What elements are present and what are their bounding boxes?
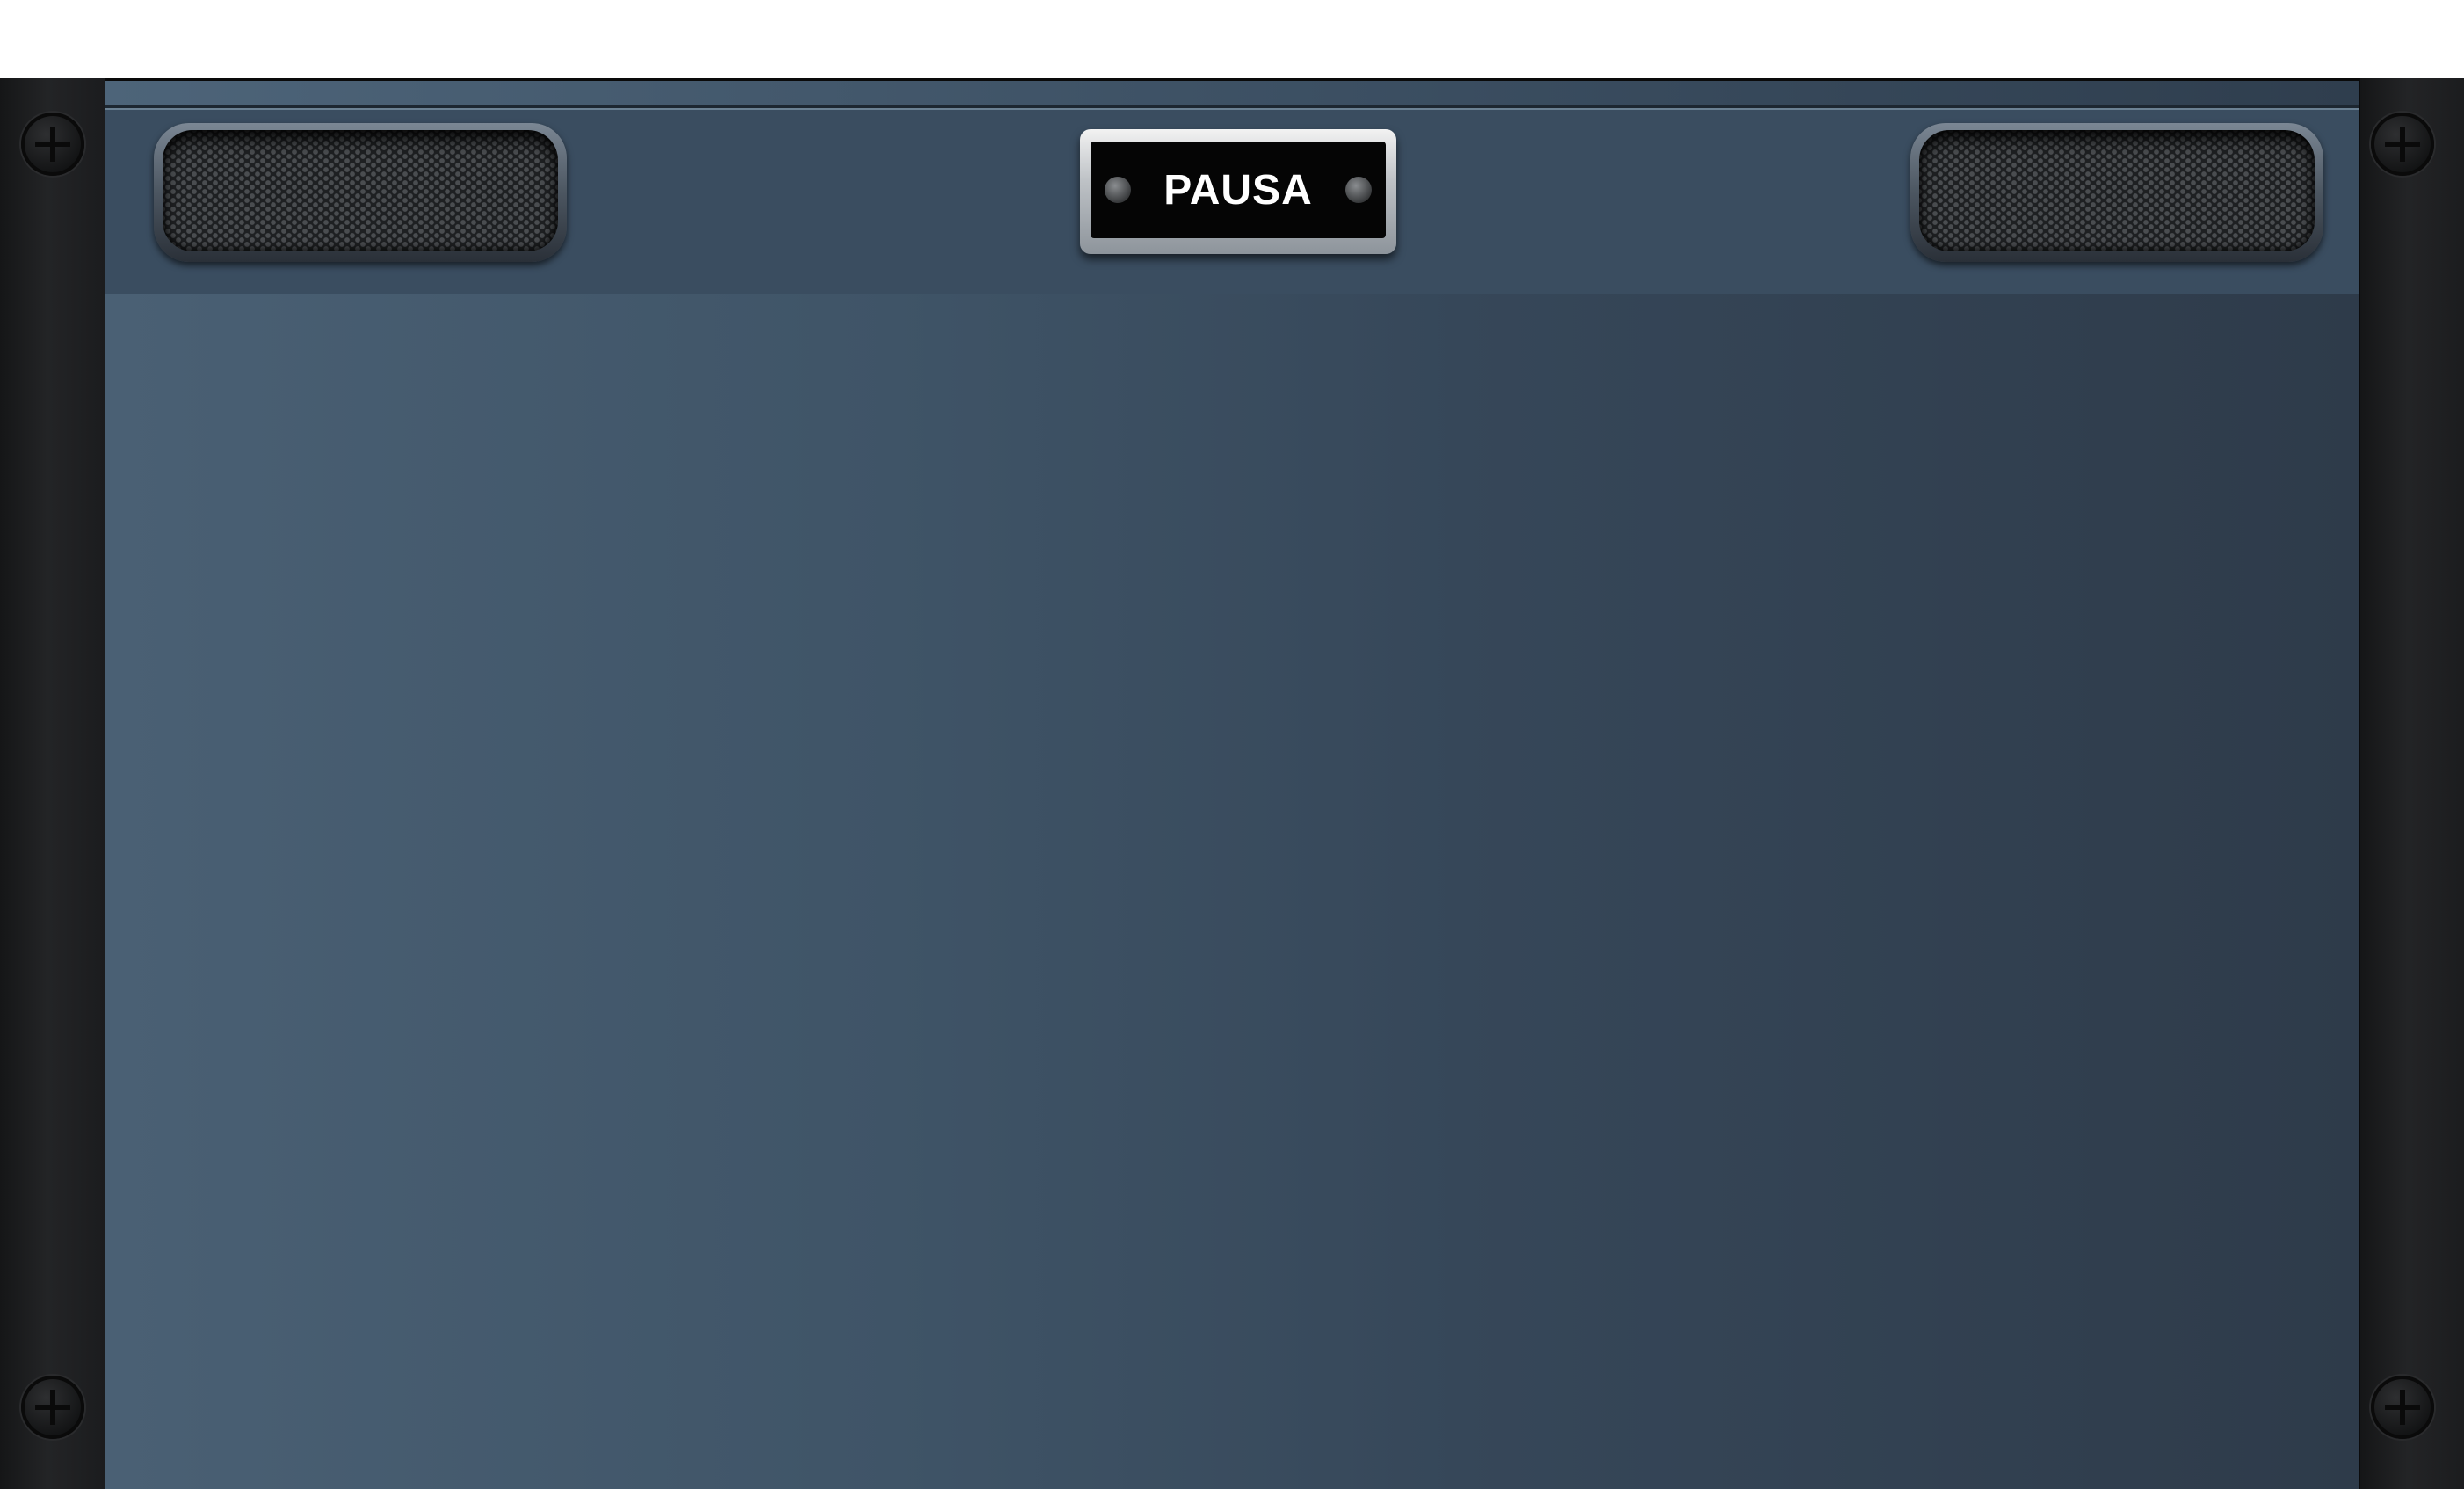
screw-icon — [2371, 113, 2434, 176]
rivet-icon — [1345, 177, 1372, 203]
left-side-rail — [0, 78, 107, 1489]
right-side-rail — [2359, 78, 2464, 1489]
pause-button-face: PAUSA — [1091, 142, 1386, 238]
pause-label: PAUSA — [1163, 166, 1313, 214]
screw-icon — [21, 113, 84, 176]
rivet-icon — [1105, 177, 1131, 203]
panel-top-strip — [105, 81, 2359, 108]
right-speaker — [1910, 123, 2323, 262]
speaker-grille-icon — [163, 130, 558, 251]
left-speaker — [154, 123, 567, 262]
screw-icon — [21, 1376, 84, 1439]
screw-icon — [2371, 1376, 2434, 1439]
speaker-grille-icon — [1919, 130, 2315, 251]
game-cabinet: PAUSA — [0, 0, 2464, 1489]
pause-button[interactable]: PAUSA — [1080, 129, 1396, 254]
